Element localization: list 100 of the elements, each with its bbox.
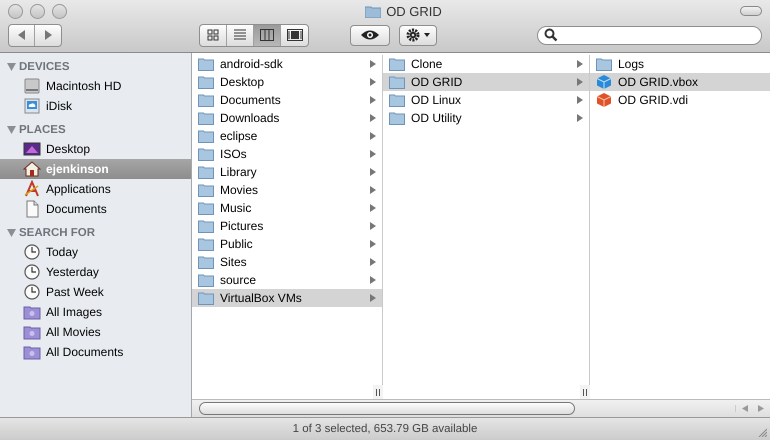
scroll-right-icon[interactable] <box>758 405 764 412</box>
chevron-icon <box>370 276 376 284</box>
folder-icon <box>389 110 405 126</box>
folder-icon <box>198 56 214 72</box>
folder-icon <box>198 254 214 270</box>
file-row[interactable]: Pictures <box>192 217 382 235</box>
file-row[interactable]: Movies <box>192 181 382 199</box>
icon-grid-icon <box>207 29 219 41</box>
file-row[interactable]: ISOs <box>192 145 382 163</box>
file-row[interactable]: Library <box>192 163 382 181</box>
disclosure-triangle-icon[interactable] <box>7 63 16 71</box>
file-row[interactable]: Downloads <box>192 109 382 127</box>
sidebar-item[interactable]: Today <box>0 242 191 262</box>
home-icon <box>23 160 41 178</box>
file-row[interactable]: OD GRID.vdi <box>590 91 770 109</box>
minimize-button[interactable] <box>30 4 45 18</box>
sidebar-item[interactable]: All Images <box>0 302 191 322</box>
folder-icon <box>198 236 214 252</box>
list-icon <box>234 29 246 41</box>
resize-grip-icon[interactable] <box>757 427 767 437</box>
sidebar-item[interactable]: Macintosh HD <box>0 76 191 96</box>
chevron-icon <box>370 132 376 140</box>
folder-icon <box>365 4 382 18</box>
search-field[interactable] <box>537 26 762 44</box>
caret-icon <box>424 33 430 37</box>
chevron-icon <box>370 222 376 230</box>
section-header: SEARCH FOR <box>19 227 96 239</box>
folder-icon <box>198 290 214 306</box>
desktop-icon <box>23 140 41 158</box>
sidebar-item[interactable]: Past Week <box>0 282 191 302</box>
sidebar-item[interactable]: All Movies <box>0 322 191 342</box>
chevron-icon <box>370 78 376 86</box>
file-row[interactable]: Desktop <box>192 73 382 91</box>
folder-icon <box>198 218 214 234</box>
file-row[interactable]: OD GRID.vbox <box>590 73 770 91</box>
disk-image-cube-icon <box>596 92 612 108</box>
zoom-button[interactable] <box>52 4 67 18</box>
folder-icon <box>198 92 214 108</box>
sidebar-item[interactable]: Desktop <box>0 139 191 159</box>
file-row[interactable]: Logs <box>590 55 770 73</box>
sidebar-item[interactable]: iDisk <box>0 96 191 116</box>
close-button[interactable] <box>8 4 23 18</box>
window-title: OD GRID <box>386 4 442 18</box>
clock-icon <box>23 263 41 281</box>
quick-look-button[interactable] <box>350 24 390 46</box>
file-row[interactable]: VirtualBox VMs <box>192 289 382 307</box>
file-row[interactable]: OD GRID <box>383 73 589 91</box>
gear-icon <box>406 28 420 42</box>
chevron-icon <box>577 60 583 68</box>
file-row[interactable]: Documents <box>192 91 382 109</box>
eye-icon <box>360 29 380 41</box>
search-icon <box>544 28 558 42</box>
sidebar-item[interactable]: All Documents <box>0 342 191 362</box>
section-header: PLACES <box>19 124 66 136</box>
view-switcher[interactable] <box>199 24 309 46</box>
disclosure-triangle-icon[interactable] <box>7 126 16 134</box>
file-row[interactable]: android-sdk <box>192 55 382 73</box>
folder-icon <box>198 182 214 198</box>
applications-icon <box>23 180 41 198</box>
section-header: DEVICES <box>19 61 70 73</box>
file-row[interactable]: Sites <box>192 253 382 271</box>
virtual-machine-cube-icon <box>596 74 612 90</box>
folder-icon <box>198 128 214 144</box>
file-row[interactable]: OD Linux <box>383 91 589 109</box>
scrollbar-thumb[interactable] <box>199 402 575 415</box>
column-resize-handle[interactable] <box>580 385 590 399</box>
toolbar-toggle-button[interactable] <box>740 6 762 16</box>
file-row[interactable]: eclipse <box>192 127 382 145</box>
chevron-icon <box>370 240 376 248</box>
folder-icon <box>389 74 405 90</box>
left-arrow-icon <box>18 30 26 40</box>
file-row[interactable]: Music <box>192 199 382 217</box>
back-forward-control[interactable] <box>8 24 62 46</box>
file-row[interactable]: Clone <box>383 55 589 73</box>
action-menu-button[interactable] <box>399 24 437 46</box>
file-row[interactable]: Public <box>192 235 382 253</box>
columns-view-button[interactable] <box>254 24 281 46</box>
folder-icon <box>198 146 214 162</box>
chevron-icon <box>577 78 583 86</box>
sidebar-item[interactable]: Yesterday <box>0 262 191 282</box>
chevron-icon <box>370 186 376 194</box>
folder-icon <box>198 110 214 126</box>
disclosure-triangle-icon[interactable] <box>7 229 16 237</box>
scroll-left-icon[interactable] <box>742 405 748 412</box>
hard-drive-icon <box>23 77 41 95</box>
chevron-icon <box>370 60 376 68</box>
file-row[interactable]: OD Utility <box>383 109 589 127</box>
columns-icon <box>260 29 274 41</box>
sidebar-item[interactable]: Applications <box>0 179 191 199</box>
chevron-icon <box>370 204 376 212</box>
clock-icon <box>23 283 41 301</box>
chevron-icon <box>370 114 376 122</box>
file-row[interactable]: source <box>192 271 382 289</box>
status-text: 1 of 3 selected, 653.79 GB available <box>292 423 478 435</box>
folder-icon <box>198 200 214 216</box>
chevron-icon <box>370 258 376 266</box>
column-resize-handle[interactable] <box>373 385 383 399</box>
folder-icon <box>198 74 214 90</box>
clock-icon <box>23 243 41 261</box>
sidebar-item[interactable]: Documents <box>0 199 191 219</box>
